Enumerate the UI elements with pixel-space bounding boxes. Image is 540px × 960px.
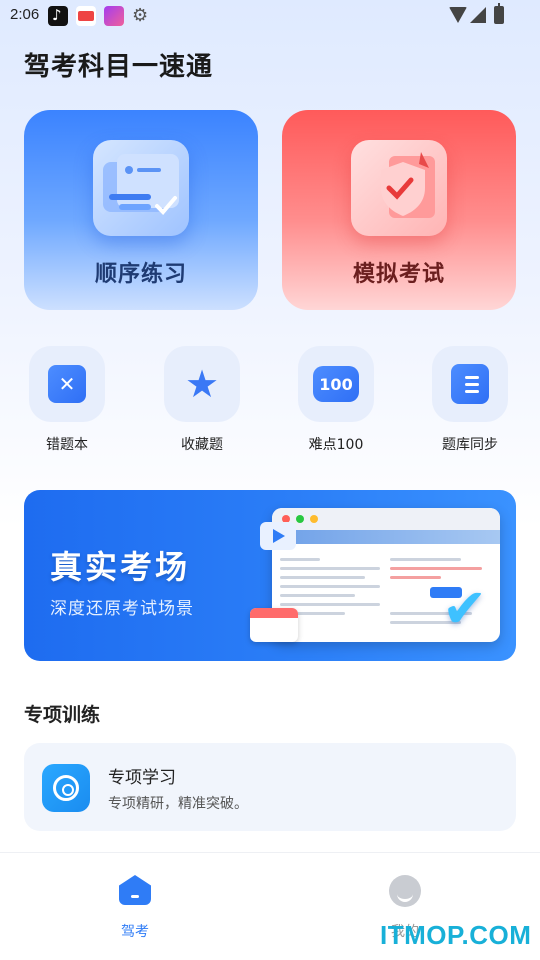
hundred-icon: 100	[313, 366, 359, 402]
status-bar: 2:06 ⚙	[0, 0, 540, 32]
mistake-book-icon: ✕	[48, 365, 86, 403]
mistake-book-button[interactable]: ✕ 错题本	[22, 346, 112, 456]
nav-label-driving-test: 驾考	[121, 924, 149, 940]
section-title: 专项训练	[24, 704, 101, 726]
difficult-100-label: 难点100	[308, 437, 364, 453]
mistake-book-label: 错题本	[46, 437, 88, 453]
banner-title: 真实考场	[50, 548, 191, 586]
question-bank-sync-button[interactable]: 题库同步	[425, 346, 515, 456]
mistake-book-icon-wrap: ✕	[29, 346, 105, 422]
target-icon	[42, 764, 90, 812]
question-bank-sync-label: 题库同步	[442, 437, 498, 453]
battery-icon	[494, 3, 504, 24]
favorites-icon-wrap: ★	[164, 346, 240, 422]
mock-exam-card[interactable]: 模拟考试	[282, 110, 516, 310]
favorites-label: 收藏题	[181, 437, 223, 453]
checkmark-icon: ✔	[442, 577, 488, 640]
special-study-subtitle: 专项精研，精准突破。	[108, 796, 248, 812]
play-icon	[260, 522, 296, 550]
signal-icon	[470, 7, 486, 23]
question-bank-sync-icon-wrap	[432, 346, 508, 422]
checklist-icon	[93, 140, 189, 236]
sequential-practice-card[interactable]: 顺序练习	[24, 110, 258, 310]
special-study-title: 专项学习	[108, 768, 176, 788]
settings-icon: ⚙	[132, 5, 149, 26]
page-title: 驾考科目一速通	[24, 52, 214, 82]
sync-doc-icon	[451, 364, 489, 404]
tiktok-icon	[48, 6, 68, 26]
home-icon	[119, 875, 151, 905]
difficult-100-icon-wrap: 100	[298, 346, 374, 422]
id-card-icon	[250, 608, 298, 642]
real-exam-banner[interactable]: 真实考场 深度还原考试场景 ✔	[24, 490, 516, 661]
wifi-icon	[449, 7, 467, 23]
sequential-practice-label: 顺序练习	[94, 262, 187, 287]
difficult-100-button[interactable]: 100 难点100	[291, 346, 381, 456]
favorites-button[interactable]: ★ 收藏题	[157, 346, 247, 456]
special-study-card[interactable]: 专项学习 专项精研，精准突破。	[24, 743, 516, 831]
banner-subtitle: 深度还原考试场景	[50, 599, 194, 619]
shield-check-icon	[351, 140, 447, 236]
nav-item-driving-test[interactable]: 驾考	[75, 873, 195, 943]
mock-exam-label: 模拟考试	[352, 262, 445, 287]
watermark: ITMOP.COM	[380, 920, 532, 950]
star-icon: ★	[184, 362, 220, 406]
profile-icon	[389, 875, 421, 907]
app-purple-icon	[104, 6, 124, 26]
status-time: 2:06	[10, 6, 40, 23]
app-red-icon	[76, 6, 96, 26]
